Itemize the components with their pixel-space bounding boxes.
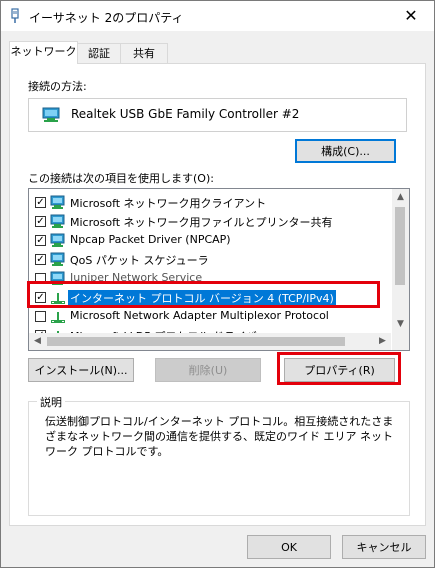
vertical-scrollbar[interactable]: ▲ ▼ [392, 189, 409, 350]
network-client-icon [50, 233, 66, 248]
scroll-down-icon[interactable]: ▼ [392, 316, 409, 333]
list-item[interactable]: ✓ Microsoft ネットワーク用クライアント [29, 193, 391, 212]
network-adapter-icon [41, 107, 61, 126]
item-checkbox[interactable] [35, 311, 46, 322]
tab-authentication[interactable]: 認証 [76, 43, 122, 63]
adapter-box: Realtek USB GbE Family Controller #2 [28, 98, 407, 132]
horizontal-scroll-thumb[interactable] [47, 337, 345, 346]
ok-button[interactable]: OK [247, 535, 331, 559]
components-list-items: ✓ Microsoft ネットワーク用クライアント ✓ Microsoft ネットワー… [29, 189, 391, 350]
items-label: この接続は次の項目を使用します(O): [28, 172, 214, 185]
highlight-properties-button [277, 352, 401, 385]
description-label: 説明 [37, 394, 65, 410]
close-icon: ✕ [404, 6, 418, 25]
properties-window: イーサネット 2のプロパティ ✕ ネットワーク 認証 共有 接続の方法: Rea… [0, 0, 435, 568]
close-button[interactable]: ✕ [388, 1, 434, 31]
vertical-scroll-thumb[interactable] [395, 207, 405, 285]
item-checkbox[interactable]: ✓ [35, 197, 46, 208]
tab-sharing[interactable]: 共有 [120, 43, 168, 63]
cancel-button[interactable]: キャンセル [342, 535, 426, 559]
list-item-label: QoS パケット スケジューラ [70, 254, 209, 267]
list-item[interactable]: Microsoft Network Adapter Multiplexor Pr… [29, 307, 391, 326]
install-button[interactable]: インストール(N)... [28, 358, 134, 382]
scroll-up-icon[interactable]: ▲ [392, 189, 409, 206]
description-text: 伝送制御プロトコル/インターネット プロトコル。相互接続されたさまざまなネットワ… [45, 415, 394, 458]
scroll-right-icon[interactable]: ▶ [374, 333, 391, 350]
highlight-ipv4-item [27, 281, 380, 308]
configure-button[interactable]: 構成(C)... [295, 139, 396, 163]
ethernet-icon [9, 8, 21, 24]
window-title: イーサネット 2のプロパティ [29, 11, 184, 25]
protocol-icon [50, 309, 66, 324]
network-client-icon [50, 195, 66, 210]
tab-network[interactable]: ネットワーク [9, 41, 78, 64]
item-checkbox[interactable]: ✓ [35, 235, 46, 246]
adapter-name: Realtek USB GbE Family Controller #2 [71, 107, 300, 121]
list-item-label: Microsoft ネットワーク用クライアント [70, 197, 267, 210]
list-item-label: Npcap Packet Driver (NPCAP) [70, 233, 231, 246]
horizontal-scrollbar[interactable]: ◀ ▶ [29, 333, 391, 350]
network-client-icon [50, 214, 66, 229]
list-item[interactable]: ✓ Npcap Packet Driver (NPCAP) [29, 231, 391, 250]
scroll-left-icon[interactable]: ◀ [29, 333, 46, 350]
item-checkbox[interactable]: ✓ [35, 254, 46, 265]
list-item-label: Microsoft ネットワーク用ファイルとプリンター共有 [70, 216, 333, 229]
list-item-label: Microsoft Network Adapter Multiplexor Pr… [70, 309, 329, 322]
network-client-icon [50, 252, 66, 267]
title-bar[interactable]: イーサネット 2のプロパティ ✕ [1, 1, 434, 31]
item-checkbox[interactable]: ✓ [35, 216, 46, 227]
connect-using-label: 接続の方法: [28, 80, 87, 93]
description-group: 説明 伝送制御プロトコル/インターネット プロトコル。相互接続されたさまざまなネ… [28, 394, 410, 516]
uninstall-button[interactable]: 削除(U) [155, 358, 261, 382]
components-list[interactable]: ✓ Microsoft ネットワーク用クライアント ✓ Microsoft ネットワー… [28, 188, 410, 351]
list-item[interactable]: ✓ QoS パケット スケジューラ [29, 250, 391, 269]
list-item[interactable]: ✓ Microsoft ネットワーク用ファイルとプリンター共有 [29, 212, 391, 231]
